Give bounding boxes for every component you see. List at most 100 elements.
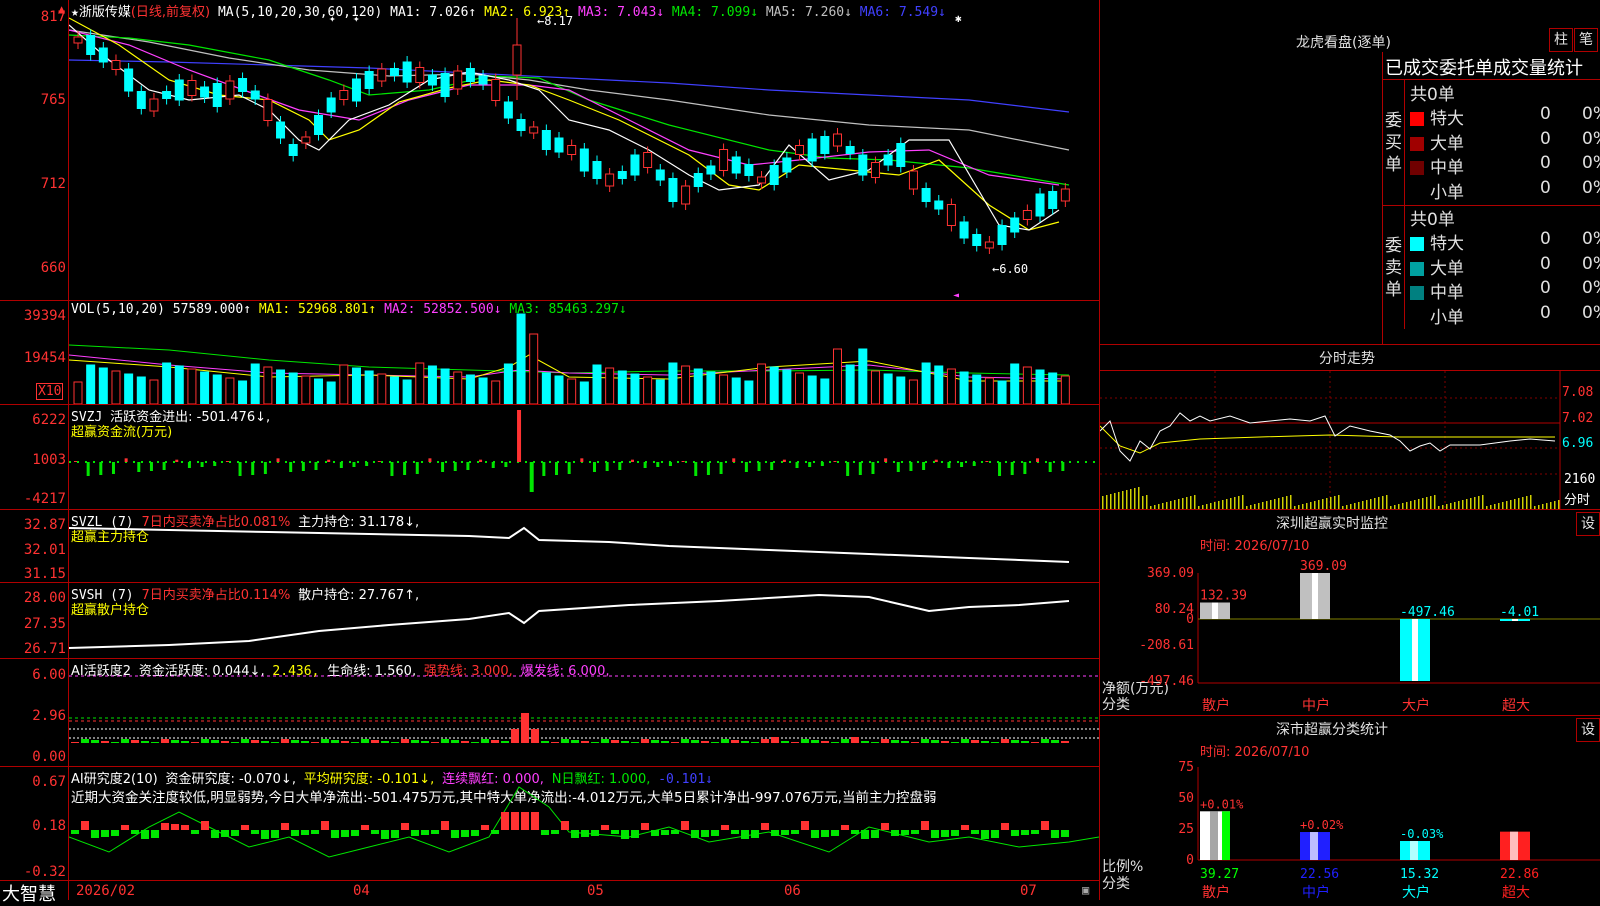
monitor-ytick: 369.09 — [1147, 566, 1194, 581]
event-marker-3[interactable]: ✱ — [955, 12, 962, 25]
svzj-bar — [99, 462, 103, 475]
vol-bar — [364, 370, 374, 404]
ai-active-bar — [991, 742, 999, 743]
vol-bar — [706, 371, 716, 404]
ai-research-bar — [181, 825, 189, 830]
vol-unit-badge[interactable]: X10 — [36, 383, 64, 400]
vol-bars[interactable] — [69, 305, 1099, 404]
candle-body — [643, 152, 653, 168]
svzl-ytick-0: 32.87 — [23, 517, 66, 533]
monitor-chart[interactable]: 369.0980.240-208.61-497.46132.39散户369.09… — [1100, 548, 1600, 718]
intraday-vol-bar — [1314, 501, 1316, 509]
event-marker-1[interactable]: ✦ — [329, 12, 336, 25]
intraday-vol-bar — [1214, 502, 1216, 509]
intraday-vol-bar — [1362, 501, 1364, 509]
intraday-vol-bar — [1386, 495, 1388, 509]
ai-active-bar — [531, 729, 539, 743]
ai-research-chart[interactable] — [69, 767, 1099, 880]
svsh-line-chart[interactable] — [69, 583, 1099, 658]
intraday-vol-bar — [1242, 495, 1244, 509]
candle-body — [1010, 217, 1020, 233]
intraday-vol-bar — [1274, 499, 1276, 509]
svzj-bar — [74, 461, 77, 462]
svzj-bar — [339, 462, 343, 468]
ai-research-bar — [821, 830, 829, 837]
vol-bar — [934, 365, 944, 404]
svzj-bar — [441, 462, 445, 472]
ai-research-bar — [81, 821, 89, 830]
ai-research-bar — [151, 830, 159, 838]
ai-active-bar — [901, 741, 909, 743]
vol-bar — [73, 381, 83, 404]
ai-research-bar — [991, 830, 999, 838]
svzj-bar — [529, 462, 534, 492]
svzj-bar — [314, 462, 318, 470]
intraday-vol-bar — [1502, 502, 1504, 509]
ai-active-bar — [1061, 741, 1069, 743]
color-swatch — [1410, 261, 1424, 276]
ai-active-bar — [691, 740, 699, 743]
monitor-settings-button[interactable]: 设 — [1576, 512, 1600, 536]
intraday-vol-bar — [1474, 497, 1476, 509]
ai-active-bar — [451, 740, 459, 743]
ai-research-bar — [751, 830, 759, 838]
vol-bar — [1022, 366, 1032, 404]
svzj-bar — [238, 462, 242, 476]
ai-research-bar — [101, 830, 109, 837]
main-chart-area[interactable]: ★浙版传媒(日线,前复权) MA(5,10,20,30,60,120) MA1:… — [0, 0, 1100, 905]
ai-research-bar — [111, 830, 119, 836]
vol-bar — [187, 368, 197, 404]
ai-research-bar — [591, 830, 599, 836]
bar-mode-button[interactable]: 柱 — [1549, 28, 1573, 52]
svzj-bar — [795, 462, 799, 468]
svzj-bar — [732, 458, 736, 462]
svzj-bars[interactable] — [69, 405, 1099, 509]
svzj-ytick-2: -4217 — [23, 491, 66, 507]
intraday-vol-bar — [1238, 496, 1240, 509]
svzj-bar — [694, 462, 698, 476]
intraday-vol-bar — [1286, 496, 1288, 509]
price-ytick-1: 765 — [40, 92, 66, 108]
vol-bar — [263, 366, 273, 404]
order-pct: 0% — [1582, 253, 1600, 274]
svzj-bar — [403, 462, 407, 475]
price-ytick-3: 660 — [40, 260, 66, 276]
price-candles[interactable] — [69, 0, 1099, 300]
ai-research-bar — [381, 830, 389, 839]
vol-bar — [908, 379, 918, 404]
vol-bar — [314, 378, 324, 404]
svzj-bar — [327, 459, 331, 462]
intraday-ytick-1: 7.02 — [1562, 411, 1594, 426]
tick-mode-button[interactable]: 笔 — [1574, 28, 1598, 52]
color-swatch — [1410, 185, 1424, 200]
svzj-bar — [884, 458, 888, 462]
vol-bar — [465, 374, 475, 404]
candle-body — [187, 80, 197, 96]
class-chart[interactable]: 75 50 25 0 +0.01% 39.27 散户 +0.02% 22.56 中户 -0.03% 1… — [1100, 752, 1600, 900]
intraday-vol-bar — [1106, 495, 1108, 509]
ai-active-bar — [241, 739, 249, 743]
candle-body — [668, 178, 678, 202]
svzj-bar — [808, 462, 812, 467]
class-settings-button[interactable]: 设 — [1576, 718, 1600, 742]
brand-logo[interactable]: 大智慧 — [2, 880, 56, 906]
ai-active-bar — [441, 739, 449, 743]
candle-body — [516, 119, 526, 131]
candle-body — [617, 171, 627, 179]
ai-research-bar — [221, 830, 229, 837]
event-marker-2[interactable]: ✦ — [353, 12, 360, 25]
lock-icon[interactable]: ▣ — [1082, 883, 1089, 897]
intraday-ytick-0: 7.08 — [1562, 385, 1594, 400]
ai-research-ytick-1: 0.18 — [32, 818, 66, 834]
candle-body — [200, 86, 210, 98]
svzl-line-chart[interactable] — [69, 510, 1099, 582]
candle-body — [465, 68, 475, 82]
ai-active-bar — [251, 740, 259, 743]
ai-active-chart[interactable] — [69, 659, 1099, 766]
intraday-vol-bar — [1170, 501, 1172, 509]
candle-layer[interactable] — [73, 18, 1070, 254]
ai-research-bar — [831, 830, 839, 836]
ai-active-bar — [1041, 739, 1049, 743]
intraday-chart[interactable] — [1100, 371, 1600, 509]
price-ytick-0: 817 — [40, 9, 66, 25]
